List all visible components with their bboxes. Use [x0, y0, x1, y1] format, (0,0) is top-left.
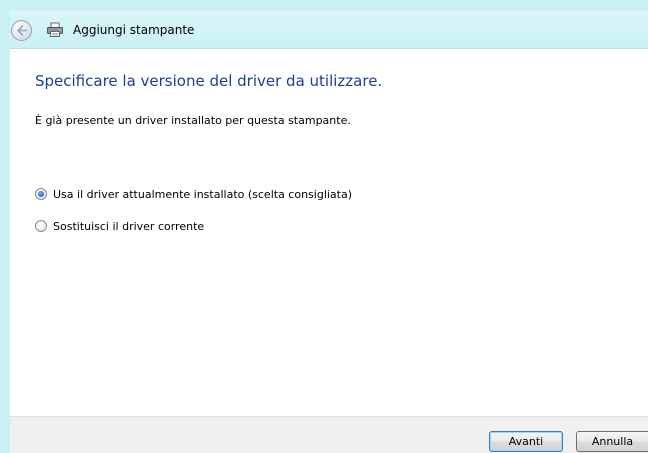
footer-bar: Avanti Annulla — [10, 416, 648, 453]
printer-icon — [47, 22, 63, 37]
option-replace-driver[interactable]: Sostituisci il driver corrente — [35, 219, 204, 233]
add-printer-window: Aggiungi stampante Specificare la versio… — [10, 10, 648, 453]
option-label[interactable]: Usa il driver attualmente installato (sc… — [53, 188, 352, 201]
next-button[interactable]: Avanti — [489, 431, 563, 452]
back-button[interactable] — [11, 20, 32, 41]
radio-button-selected[interactable] — [35, 188, 47, 200]
cancel-button[interactable]: Annulla — [576, 431, 648, 452]
description-text: È già presente un driver installato per … — [35, 114, 351, 127]
back-arrow-icon — [17, 25, 27, 36]
window-title: Aggiungi stampante — [73, 23, 195, 37]
radio-button[interactable] — [35, 220, 47, 232]
page-heading: Specificare la versione del driver da ut… — [35, 72, 383, 90]
title-bar: Aggiungi stampante — [10, 10, 648, 49]
option-label[interactable]: Sostituisci il driver corrente — [53, 220, 204, 233]
option-use-installed-driver[interactable]: Usa il driver attualmente installato (sc… — [35, 187, 352, 201]
